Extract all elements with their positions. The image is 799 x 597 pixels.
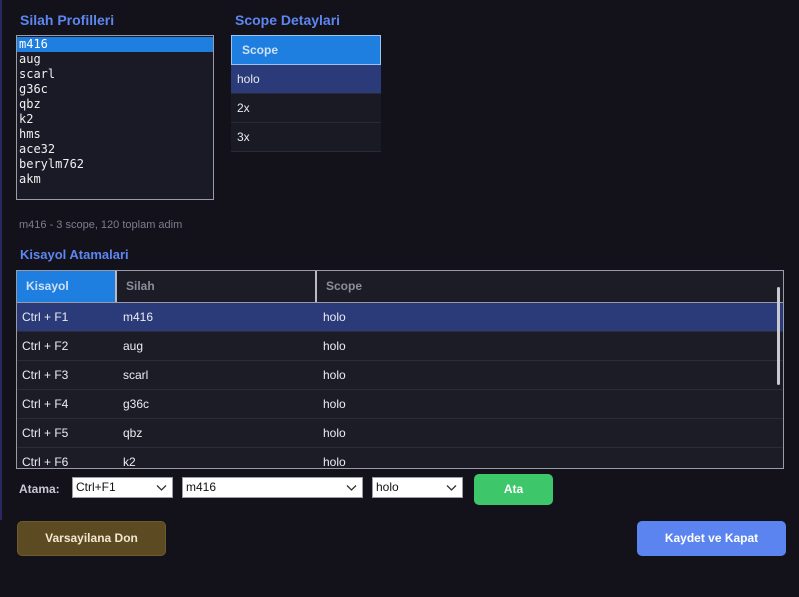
cell-weapon: scarl (123, 368, 149, 382)
weapon-item[interactable]: berylm762 (17, 157, 213, 172)
weapon-item[interactable]: g36c (17, 82, 213, 97)
column-header-scope[interactable]: Scope (317, 271, 769, 302)
weapon-listbox[interactable]: m416 aug scarl g36c qbz k2 hms ace32 ber… (16, 35, 214, 200)
hotkey-table-header: Kisayol Silah Scope (17, 271, 783, 303)
cell-weapon: aug (123, 339, 144, 353)
weapon-profiles-title: Silah Profilleri (20, 12, 115, 28)
scope-row[interactable]: holo (231, 65, 381, 94)
scope-row[interactable]: 3x (231, 123, 381, 152)
scope-details-title: Scope Detaylari (235, 12, 341, 28)
table-scrollbar[interactable] (777, 287, 780, 385)
column-header-weapon[interactable]: Silah (117, 271, 317, 302)
cell-hotkey: Ctrl + F2 (22, 339, 69, 353)
scope-select-value: holo (376, 480, 399, 494)
weapon-summary: m416 - 3 scope, 120 toplam adim (19, 219, 183, 231)
cell-weapon: m416 (123, 310, 154, 324)
cell-hotkey: Ctrl + F1 (22, 310, 69, 324)
restore-defaults-button[interactable]: Varsayilana Don (17, 521, 166, 556)
cell-scope: holo (323, 455, 346, 469)
cell-weapon: k2 (123, 455, 136, 469)
weapon-item[interactable]: akm (17, 172, 213, 187)
cell-weapon: g36c (123, 397, 150, 411)
table-row[interactable]: Ctrl + F3 scarl holo (17, 361, 783, 390)
chevron-down-icon (156, 485, 167, 491)
chevron-down-icon (446, 485, 457, 491)
table-row[interactable]: Ctrl + F5 qbz holo (17, 419, 783, 448)
column-header-hotkey[interactable]: Kisayol (17, 271, 117, 302)
cell-hotkey: Ctrl + F5 (22, 426, 69, 440)
weapon-item[interactable]: hms (17, 127, 213, 142)
weapon-item[interactable]: scarl (17, 67, 213, 82)
cell-scope: holo (323, 368, 346, 382)
table-row[interactable]: Ctrl + F2 aug holo (17, 332, 783, 361)
table-row[interactable]: Ctrl + F4 g36c holo (17, 390, 783, 419)
assign-label: Atama: (19, 482, 60, 496)
weapon-item[interactable]: qbz (17, 97, 213, 112)
assign-button[interactable]: Ata (474, 474, 553, 505)
cell-scope: holo (323, 310, 346, 324)
cell-hotkey: Ctrl + F4 (22, 397, 69, 411)
weapon-select[interactable]: m416 (182, 477, 363, 498)
weapon-item[interactable]: aug (17, 52, 213, 67)
table-row[interactable]: Ctrl + F1 m416 holo (17, 303, 783, 332)
scope-column-header[interactable]: Scope (231, 35, 381, 65)
weapon-item[interactable]: ace32 (17, 142, 213, 157)
table-row[interactable]: Ctrl + F6 k2 holo (17, 448, 783, 469)
hotkey-select-value: Ctrl+F1 (76, 480, 116, 494)
cell-scope: holo (323, 339, 346, 353)
cell-weapon: qbz (123, 426, 143, 440)
hotkey-table: Kisayol Silah Scope Ctrl + F1 m416 holo … (16, 270, 784, 469)
cell-scope: holo (323, 426, 346, 440)
chevron-down-icon (346, 485, 357, 491)
weapon-item[interactable]: m416 (17, 37, 213, 52)
weapon-item[interactable]: k2 (17, 112, 213, 127)
window-edge (0, 0, 2, 520)
scope-row[interactable]: 2x (231, 94, 381, 123)
scope-table: Scope holo 2x 3x (231, 35, 381, 152)
weapon-select-value: m416 (186, 480, 217, 494)
hotkey-select[interactable]: Ctrl+F1 (72, 477, 173, 498)
save-and-close-button[interactable]: Kaydet ve Kapat (637, 521, 786, 556)
cell-hotkey: Ctrl + F6 (22, 455, 69, 469)
cell-hotkey: Ctrl + F3 (22, 368, 69, 382)
scope-select[interactable]: holo (372, 477, 463, 498)
hotkey-assignments-title: Kisayol Atamalari (20, 247, 129, 262)
cell-scope: holo (323, 397, 346, 411)
